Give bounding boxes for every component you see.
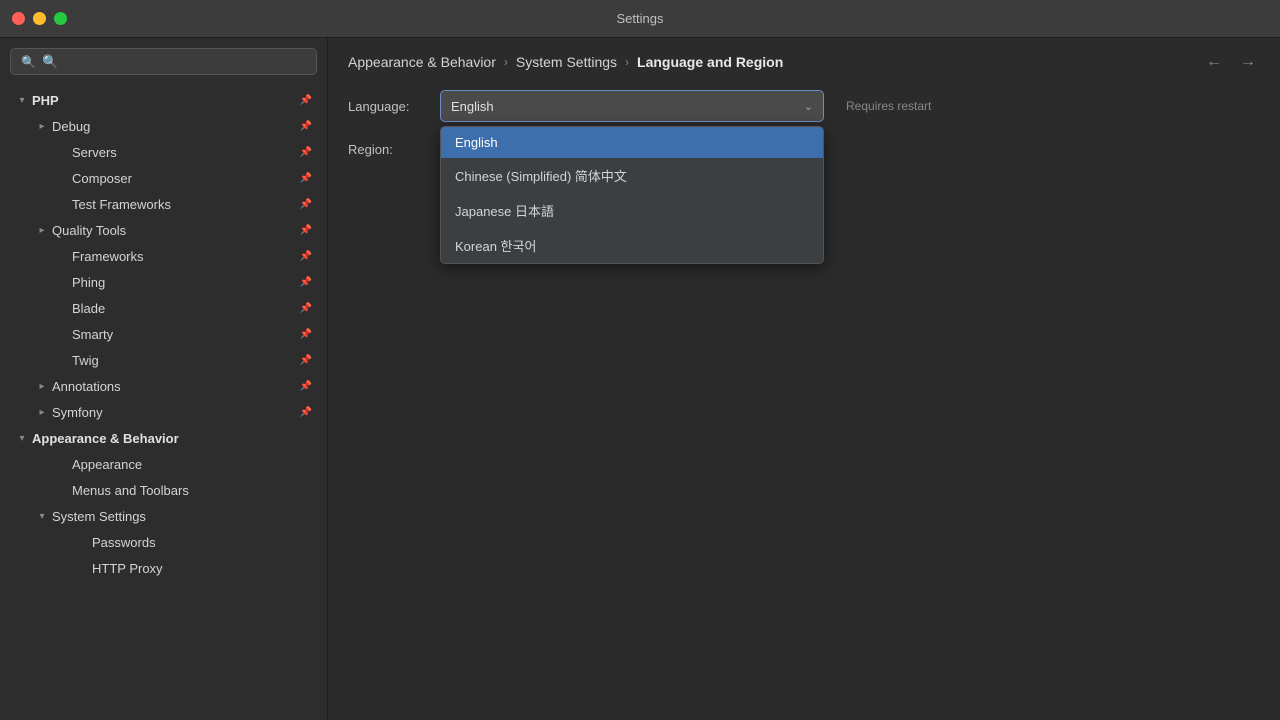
sidebar-item-symfony[interactable]: Symfony 📌: [0, 399, 327, 425]
nav-arrows: ← →: [1202, 53, 1260, 71]
sidebar-item-menus-toolbars[interactable]: Menus and Toolbars: [0, 477, 327, 503]
pin-quality-tools-icon: 📌: [299, 223, 313, 237]
search-icon: 🔍: [21, 55, 36, 69]
breadcrumb-item-3: Language and Region: [637, 54, 783, 70]
chevron-debug-icon: [32, 116, 52, 136]
content-area: Appearance & Behavior › System Settings …: [328, 38, 1280, 720]
pin-servers-icon: 📌: [299, 145, 313, 159]
search-box[interactable]: 🔍: [10, 48, 317, 75]
sidebar-item-quality-tools[interactable]: Quality Tools 📌: [0, 217, 327, 243]
sidebar-item-blade[interactable]: Blade 📌: [0, 295, 327, 321]
sidebar-item-appearance-behavior-label: Appearance & Behavior: [32, 431, 319, 446]
pin-test-frameworks-icon: 📌: [299, 197, 313, 211]
sidebar-item-php[interactable]: PHP 📌: [0, 87, 327, 113]
sidebar-item-frameworks-label: Frameworks: [72, 249, 299, 264]
language-selected-value: English: [451, 99, 494, 114]
sidebar-item-passwords[interactable]: Passwords: [0, 529, 327, 555]
pin-symfony-icon: 📌: [299, 405, 313, 419]
language-row: Language: English ⌄ English Chinese (Sim…: [348, 90, 1260, 122]
sidebar-item-composer-label: Composer: [72, 171, 299, 186]
pin-php-icon: 📌: [299, 93, 313, 107]
sidebar-item-appearance-label: Appearance: [72, 457, 319, 472]
requires-restart-text: Requires restart: [846, 99, 931, 113]
pin-composer-icon: 📌: [299, 171, 313, 185]
sidebar-item-annotations-label: Annotations: [52, 379, 299, 394]
sidebar-tree: PHP 📌 Debug 📌 Servers 📌 Composer 📌: [0, 83, 327, 720]
sidebar-item-debug[interactable]: Debug 📌: [0, 113, 327, 139]
pin-annotations-icon: 📌: [299, 379, 313, 393]
chevron-quality-tools-icon: [32, 220, 52, 240]
sidebar-item-quality-tools-label: Quality Tools: [52, 223, 299, 238]
breadcrumb: Appearance & Behavior › System Settings …: [328, 38, 1280, 82]
pin-frameworks-icon: 📌: [299, 249, 313, 263]
sidebar-item-twig[interactable]: Twig 📌: [0, 347, 327, 373]
breadcrumb-item-1: Appearance & Behavior: [348, 54, 496, 70]
language-dropdown-menu: English Chinese (Simplified) 简体中文 Japane…: [440, 126, 824, 264]
sidebar-item-phing-label: Phing: [72, 275, 299, 290]
dropdown-arrow-icon: ⌄: [804, 100, 813, 113]
sidebar-item-phing[interactable]: Phing 📌: [0, 269, 327, 295]
minimize-button[interactable]: [33, 12, 46, 25]
pin-phing-icon: 📌: [299, 275, 313, 289]
dropdown-option-japanese[interactable]: Japanese 日本語: [441, 193, 823, 228]
sidebar-item-system-settings[interactable]: System Settings: [0, 503, 327, 529]
breadcrumb-sep-2: ›: [625, 55, 629, 69]
sidebar-item-smarty[interactable]: Smarty 📌: [0, 321, 327, 347]
sidebar-item-http-proxy-label: HTTP Proxy: [92, 561, 319, 576]
nav-forward-button[interactable]: →: [1236, 53, 1260, 71]
titlebar: Settings: [0, 0, 1280, 38]
sidebar-item-php-label: PHP: [32, 93, 299, 108]
sidebar-item-symfony-label: Symfony: [52, 405, 299, 420]
breadcrumb-sep-1: ›: [504, 55, 508, 69]
language-label: Language:: [348, 99, 428, 114]
sidebar-item-frameworks[interactable]: Frameworks 📌: [0, 243, 327, 269]
sidebar-item-servers-label: Servers: [72, 145, 299, 160]
sidebar-item-debug-label: Debug: [52, 119, 299, 134]
nav-back-button[interactable]: ←: [1202, 53, 1226, 71]
sidebar-item-annotations[interactable]: Annotations 📌: [0, 373, 327, 399]
sidebar-item-appearance[interactable]: Appearance: [0, 451, 327, 477]
main-layout: 🔍 PHP 📌 Debug 📌 Servers 📌: [0, 38, 1280, 720]
sidebar-item-smarty-label: Smarty: [72, 327, 299, 342]
region-label: Region:: [348, 142, 428, 157]
pin-smarty-icon: 📌: [299, 327, 313, 341]
titlebar-buttons: [12, 12, 67, 25]
sidebar-item-http-proxy[interactable]: HTTP Proxy: [0, 555, 327, 581]
language-dropdown[interactable]: English ⌄: [440, 90, 824, 122]
chevron-annotations-icon: [32, 376, 52, 396]
sidebar-item-system-settings-label: System Settings: [52, 509, 319, 524]
sidebar-item-twig-label: Twig: [72, 353, 299, 368]
settings-body: Language: English ⌄ English Chinese (Sim…: [328, 82, 1280, 720]
sidebar-item-appearance-behavior[interactable]: Appearance & Behavior: [0, 425, 327, 451]
search-input[interactable]: [42, 54, 306, 69]
sidebar-item-test-frameworks-label: Test Frameworks: [72, 197, 299, 212]
close-button[interactable]: [12, 12, 25, 25]
sidebar-item-passwords-label: Passwords: [92, 535, 319, 550]
chevron-system-settings-icon: [32, 506, 52, 526]
sidebar-item-composer[interactable]: Composer 📌: [0, 165, 327, 191]
sidebar-item-servers[interactable]: Servers 📌: [0, 139, 327, 165]
maximize-button[interactable]: [54, 12, 67, 25]
window-title: Settings: [617, 11, 664, 26]
dropdown-option-korean[interactable]: Korean 한국어: [441, 228, 823, 263]
sidebar: 🔍 PHP 📌 Debug 📌 Servers 📌: [0, 38, 328, 720]
pin-twig-icon: 📌: [299, 353, 313, 367]
chevron-symfony-icon: [32, 402, 52, 422]
sidebar-item-test-frameworks[interactable]: Test Frameworks 📌: [0, 191, 327, 217]
dropdown-option-chinese[interactable]: Chinese (Simplified) 简体中文: [441, 158, 823, 193]
pin-debug-icon: 📌: [299, 119, 313, 133]
sidebar-item-menus-toolbars-label: Menus and Toolbars: [72, 483, 319, 498]
sidebar-item-blade-label: Blade: [72, 301, 299, 316]
chevron-appearance-behavior-icon: [12, 428, 32, 448]
pin-blade-icon: 📌: [299, 301, 313, 315]
chevron-php-icon: [12, 90, 32, 110]
breadcrumb-item-2: System Settings: [516, 54, 617, 70]
language-dropdown-container: English ⌄ English Chinese (Simplified) 简…: [440, 90, 824, 122]
dropdown-option-english[interactable]: English: [441, 127, 823, 158]
